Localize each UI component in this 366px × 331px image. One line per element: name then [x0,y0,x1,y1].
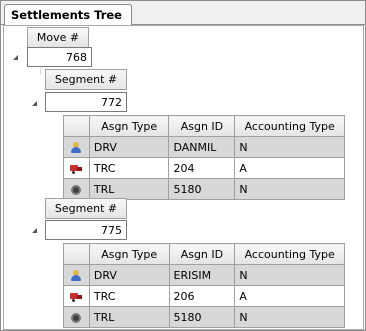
segment-number-header: Segment # [45,198,127,219]
asgn-type-cell: TRL [88,306,170,328]
asgn-id-cell: ERISIM [168,264,236,286]
assignment-grid: Asgn Type Asgn ID Accounting Type DRV ER… [63,243,345,328]
col-asgn-type[interactable]: Asgn Type [88,243,170,265]
col-accounting-type[interactable]: Accounting Type [234,243,345,265]
row-selector-header [63,115,90,137]
assignment-grid: Asgn Type Asgn ID Accounting Type DRV DA… [63,115,345,200]
asgn-type-cell: DRV [88,264,170,286]
grid-header-row: Asgn Type Asgn ID Accounting Type [63,115,345,137]
asgn-type-cell: TRL [88,178,170,200]
trailer-icon [71,184,82,195]
tractor-icon [70,164,83,174]
row-selector-header [63,243,90,265]
table-row[interactable]: TRC 206 A [63,285,345,307]
asgn-type-cell: TRC [88,157,170,179]
col-asgn-type[interactable]: Asgn Type [88,115,170,137]
table-row[interactable]: DRV ERISIM N [63,264,345,286]
asgn-id-cell: 204 [168,157,236,179]
tractor-icon [70,292,83,302]
col-asgn-id[interactable]: Asgn ID [168,115,236,137]
move-number-value[interactable]: 768 [27,47,92,67]
table-row[interactable]: DRV DANMIL N [63,136,345,158]
segment-expand-toggle-icon[interactable] [32,101,37,106]
driver-icon [71,270,82,281]
asgn-id-cell: 5180 [168,178,236,200]
tab-strip: Settlements Tree [1,1,365,26]
tree-connector [40,68,41,74]
table-row[interactable]: TRL 5180 N [63,306,345,328]
accounting-type-cell: N [234,178,345,200]
move-number-header: Move # [27,27,89,48]
tab-settlements-tree[interactable]: Settlements Tree [4,4,132,26]
table-row[interactable]: TRL 5180 N [63,178,345,200]
segment-number-value[interactable]: 772 [45,92,127,112]
asgn-type-cell: DRV [88,136,170,158]
asgn-id-cell: 206 [168,285,236,307]
table-row[interactable]: TRC 204 A [63,157,345,179]
accounting-type-cell: N [234,306,345,328]
segment-number-value[interactable]: 775 [45,220,127,240]
accounting-type-cell: N [234,136,345,158]
segment-number-header: Segment # [45,69,127,90]
trailer-icon [71,312,82,323]
segment-expand-toggle-icon[interactable] [32,228,37,233]
col-accounting-type[interactable]: Accounting Type [234,115,345,137]
accounting-type-cell: A [234,285,345,307]
asgn-id-cell: DANMIL [168,136,236,158]
accounting-type-cell: A [234,157,345,179]
move-expand-toggle-icon[interactable] [13,55,18,60]
col-asgn-id[interactable]: Asgn ID [168,243,236,265]
driver-icon [71,142,82,153]
asgn-type-cell: TRC [88,285,170,307]
grid-header-row: Asgn Type Asgn ID Accounting Type [63,243,345,265]
asgn-id-cell: 5180 [168,306,236,328]
accounting-type-cell: N [234,264,345,286]
